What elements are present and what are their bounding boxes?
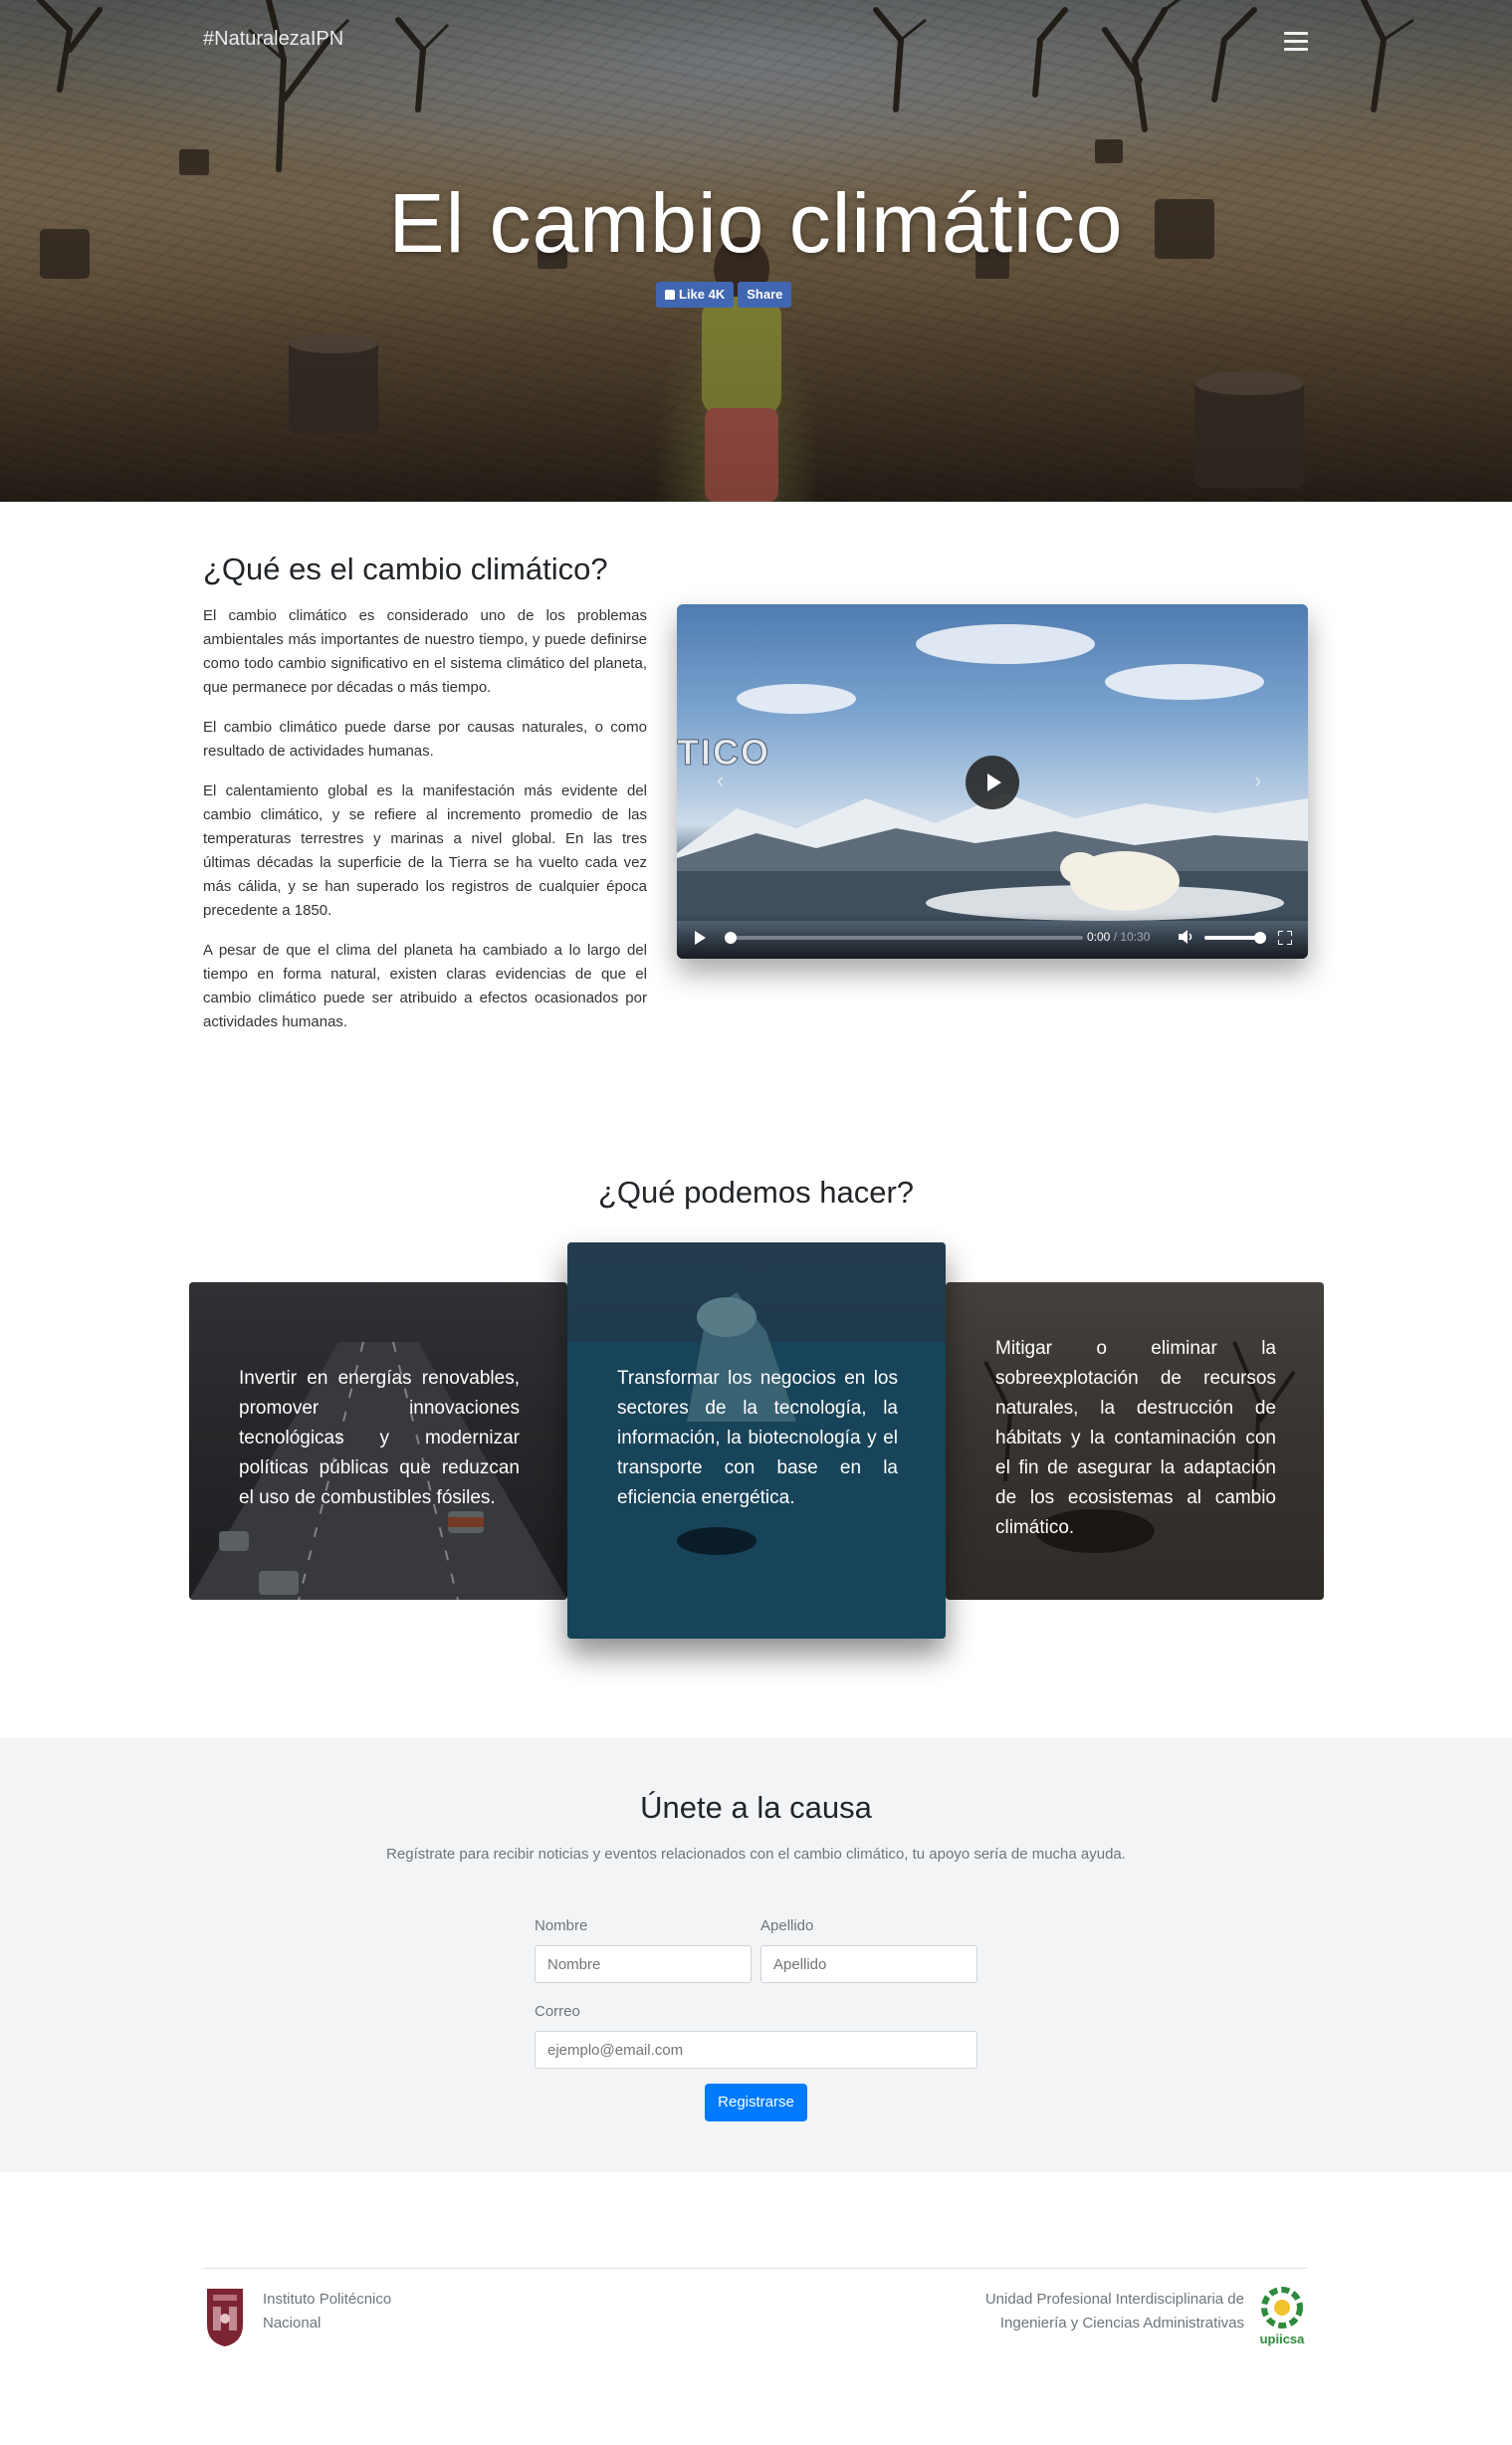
about-paragraph: El calentamiento global es la manifestac…	[203, 782, 647, 919]
chevron-left-icon: ‹	[717, 768, 725, 792]
last-name-label: Apellido	[760, 1917, 814, 1934]
upiicsa-logo-icon[interactable]: upiicsa	[1256, 2284, 1308, 2349]
action-card: Invertir en energías renovables, promove…	[189, 1282, 567, 1600]
hero-banner: #NaturalezaIPN El cambio climático Like …	[0, 0, 1512, 502]
play-control-icon[interactable]	[695, 931, 706, 945]
ipn-name-line: Nacional	[263, 2315, 322, 2332]
video-player[interactable]: TICO ‹ › 0:00 / 10:30	[677, 604, 1308, 959]
action-card-featured: Transformar los negocios en los sectores…	[567, 1242, 946, 1639]
about-paragraph: El cambio climático es considerado uno d…	[203, 607, 647, 696]
page-title: El cambio climático	[388, 176, 1124, 270]
video-controls: 0:00 / 10:30	[677, 913, 1308, 959]
ipn-name[interactable]: Instituto Politécnico Nacional	[263, 2288, 391, 2335]
fullscreen-icon[interactable]	[1278, 931, 1292, 945]
footer-divider	[203, 2268, 1308, 2269]
progress-handle[interactable]	[725, 932, 737, 944]
about-text: El cambio climático es considerado uno d…	[203, 604, 647, 1050]
first-name-label: Nombre	[535, 1917, 588, 1934]
volume-slider[interactable]	[1204, 936, 1260, 940]
progress-bar[interactable]	[725, 936, 1083, 940]
first-name-input[interactable]	[535, 1945, 752, 1983]
brand-link[interactable]: #NaturalezaIPN	[203, 28, 343, 51]
email-input[interactable]	[535, 2031, 977, 2069]
last-name-input[interactable]	[760, 1945, 977, 1983]
upiicsa-name-line: Unidad Profesional Interdisciplinaria de	[984, 2291, 1244, 2308]
register-button[interactable]: Registrarse	[705, 2084, 807, 2121]
volume-handle[interactable]	[1254, 932, 1266, 944]
ipn-logo-icon[interactable]	[203, 2285, 247, 2348]
facebook-share-button[interactable]: Share	[738, 282, 792, 308]
about-paragraph: A pesar de que el clima del planeta ha c…	[203, 942, 647, 1030]
action-card: Mitigar o eliminar la sobreexplotación d…	[946, 1282, 1324, 1600]
facebook-buttons: Like 4K Share	[656, 282, 792, 308]
ipn-name-line: Instituto Politécnico	[263, 2291, 392, 2308]
upiicsa-logo-text: upiicsa	[1260, 2332, 1306, 2346]
facebook-like-button[interactable]: Like 4K	[656, 282, 735, 308]
signup-subtitle: Regístrate para recibir noticias y event…	[386, 1846, 1126, 1863]
signup-heading: Únete a la causa	[640, 1790, 872, 1825]
hamburger-icon[interactable]	[1284, 32, 1308, 52]
duration: 10:30	[1120, 930, 1151, 944]
volume-icon[interactable]	[1179, 930, 1194, 944]
actions-heading: ¿Qué podemos hacer?	[597, 1175, 915, 1210]
thumbs-up-icon	[665, 290, 675, 300]
action-card-text: Mitigar o eliminar la sobreexplotación d…	[995, 1338, 1276, 1538]
action-card-text: Transformar los negocios en los sectores…	[617, 1368, 898, 1508]
email-label: Correo	[535, 2003, 580, 2020]
action-card-text: Invertir en energías renovables, promove…	[239, 1368, 520, 1508]
about-paragraph: El cambio climático puede darse por caus…	[203, 719, 647, 760]
chevron-right-icon: ›	[1254, 768, 1262, 792]
play-icon[interactable]	[966, 756, 1019, 809]
upiicsa-name[interactable]: Unidad Profesional Interdisciplinaria de…	[896, 2288, 1244, 2335]
current-time: 0:00	[1087, 930, 1111, 944]
about-heading: ¿Qué es el cambio climático?	[203, 552, 608, 586]
upiicsa-name-line: Ingeniería y Ciencias Administrativas	[999, 2315, 1244, 2332]
like-label: Like 4K	[679, 287, 726, 302]
video-time: 0:00 / 10:30	[1087, 930, 1151, 944]
